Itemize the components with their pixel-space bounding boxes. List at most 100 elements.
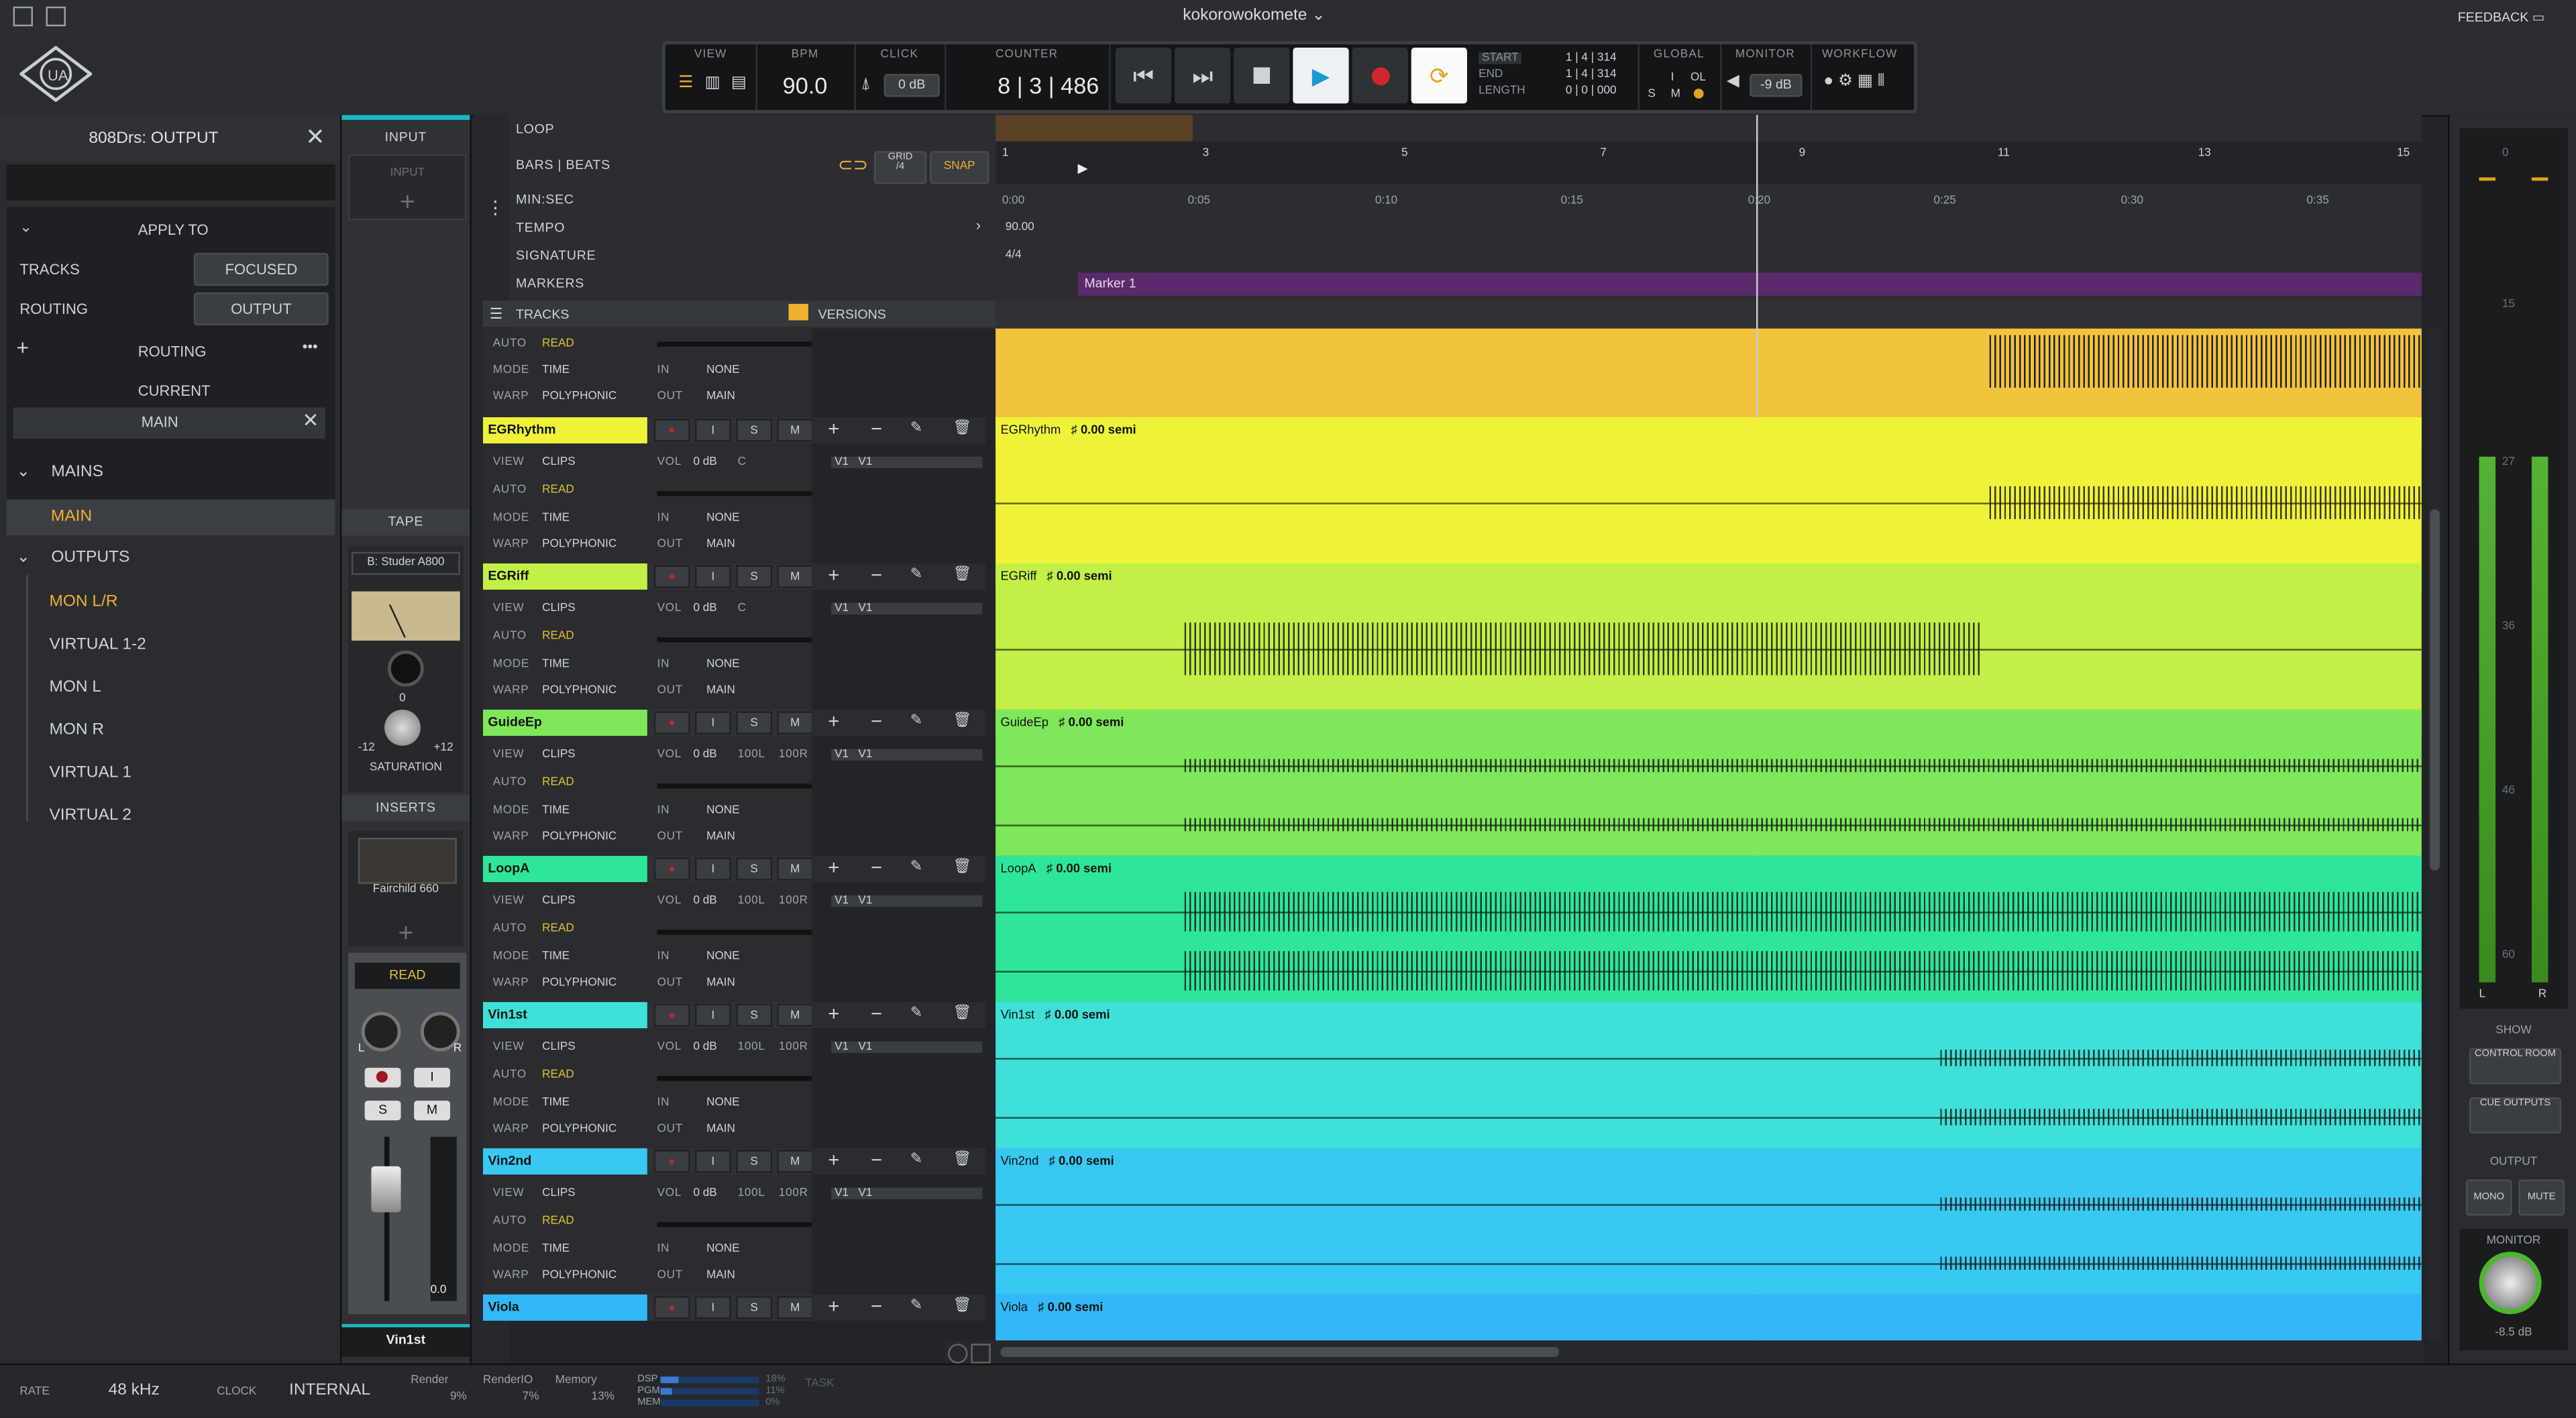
pan-knob-left[interactable]	[361, 1012, 401, 1052]
out-value[interactable]: MAIN	[706, 391, 735, 402]
start-value[interactable]: 1 | 4 | 314	[1566, 52, 1617, 64]
scroll-thumb[interactable]	[1000, 1347, 1560, 1357]
pan-value[interactable]: C	[738, 457, 747, 468]
record-arm-button[interactable]: ●	[653, 1296, 690, 1319]
counter-group[interactable]: COUNTER 8 | 3 | 486	[945, 44, 1111, 111]
input-monitor-button[interactable]: I	[414, 1067, 451, 1088]
pan-value[interactable]: 100L	[738, 895, 765, 907]
clock-value[interactable]: INTERNAL	[289, 1382, 370, 1400]
insert-slot[interactable]: Fairchild 660 +	[348, 831, 464, 948]
track-name[interactable]: Vin2nd	[483, 1148, 647, 1175]
click-volume[interactable]: 0 dB	[883, 74, 940, 97]
volume-slider[interactable]	[657, 930, 812, 935]
mute-button[interactable]: M	[414, 1100, 451, 1121]
kebab-icon[interactable]: ⋮	[486, 197, 504, 218]
in-value[interactable]: NONE	[706, 365, 740, 376]
solo-button[interactable]: S	[736, 1296, 773, 1319]
trash-icon[interactable]: 🗑	[953, 857, 971, 875]
start-marker-icon[interactable]: ▶	[1078, 161, 1088, 176]
output-item[interactable]: MON L	[49, 678, 101, 696]
edit-icon[interactable]: ✎	[910, 1150, 922, 1168]
volume-slider[interactable]	[657, 783, 812, 789]
current-route[interactable]: MAIN ✕	[13, 407, 325, 439]
view-value[interactable]: CLIPS	[542, 1042, 576, 1053]
input-monitor-button[interactable]: I	[694, 1296, 731, 1319]
track-lane-yellow[interactable]	[996, 328, 2422, 418]
mode-value[interactable]: TIME	[542, 512, 570, 524]
global-solo-flag[interactable]: S	[1648, 89, 1655, 100]
forward-button[interactable]: ⏭	[1175, 48, 1231, 104]
in-value[interactable]: NONE	[706, 1244, 740, 1255]
input-monitor-button[interactable]: I	[694, 419, 731, 442]
loop-region[interactable]	[996, 115, 1193, 142]
auto-value[interactable]: READ	[542, 338, 574, 349]
warp-value[interactable]: POLYPHONIC	[542, 685, 616, 696]
add-icon[interactable]: +	[828, 1002, 839, 1025]
vol-value[interactable]: 0 dB	[693, 1042, 716, 1053]
stop-button[interactable]	[1234, 48, 1290, 104]
volume-slider[interactable]	[657, 637, 812, 643]
auto-value[interactable]: READ	[542, 1215, 574, 1227]
add-icon[interactable]: +	[828, 710, 839, 732]
out-value[interactable]: MAIN	[706, 685, 735, 696]
minus-icon[interactable]: −	[871, 1002, 882, 1025]
monitor-volume[interactable]: -9 dB	[1750, 74, 1803, 97]
counter-value[interactable]: 8 | 3 | 486	[945, 72, 1099, 99]
volume-slider[interactable]	[657, 1076, 812, 1081]
mute-button[interactable]: M	[777, 1003, 814, 1027]
version-selector[interactable]: V1 V1	[831, 1187, 983, 1199]
trash-icon[interactable]: 🗑	[953, 419, 971, 437]
tracks-view-icon[interactable]: ▥	[705, 74, 720, 92]
output-item[interactable]: MON R	[49, 721, 104, 739]
minus-icon[interactable]: −	[871, 856, 882, 879]
minus-icon[interactable]: −	[871, 563, 882, 586]
in-value[interactable]: NONE	[706, 805, 740, 816]
output-item[interactable]: VIRTUAL 2	[49, 806, 131, 824]
auto-value[interactable]: READ	[542, 631, 574, 642]
solo-button[interactable]: S	[736, 857, 773, 881]
edit-icon[interactable]: ✎	[910, 419, 922, 437]
editor-view-icon[interactable]: ▤	[731, 74, 747, 92]
mode-value[interactable]: TIME	[542, 1244, 570, 1255]
edit-icon[interactable]: ✎	[910, 565, 922, 583]
tempo-value[interactable]: 90.00	[1006, 222, 1034, 233]
length-value[interactable]: 0 | 0 | 000	[1566, 85, 1617, 97]
auto-value[interactable]: READ	[542, 923, 574, 934]
record-arm-button[interactable]: ●	[653, 565, 690, 588]
input-monitor-button[interactable]: I	[694, 711, 731, 734]
track-name[interactable]: Viola	[483, 1294, 647, 1321]
pan-right-value[interactable]: 100R	[779, 1042, 808, 1053]
mute-button[interactable]: M	[777, 711, 814, 734]
trash-icon[interactable]: 🗑	[953, 565, 971, 583]
minus-icon[interactable]: −	[871, 1148, 882, 1171]
input-monitor-button[interactable]: I	[694, 1003, 731, 1027]
window-icon[interactable]	[46, 6, 66, 27]
track-lane[interactable]: GuideEp ♯ 0.00 semi	[996, 709, 2422, 856]
add-icon[interactable]: +	[16, 335, 29, 360]
mode-value[interactable]: TIME	[542, 951, 570, 963]
pan-right-value[interactable]: 100R	[779, 1188, 808, 1199]
track-name[interactable]: EGRhythm	[483, 417, 647, 444]
menu-icon[interactable]	[13, 6, 33, 27]
solo-button[interactable]: S	[364, 1100, 401, 1121]
remove-icon[interactable]: ✕	[303, 409, 319, 432]
mute-button[interactable]: M	[777, 1150, 814, 1173]
out-value[interactable]: MAIN	[706, 977, 735, 989]
mode-value[interactable]: TIME	[542, 1097, 570, 1109]
track-name[interactable]: EGRiff	[483, 563, 647, 590]
global-input-flag[interactable]: I	[1671, 72, 1674, 84]
input-monitor-button[interactable]: I	[694, 565, 731, 588]
monitor-knob[interactable]	[2479, 1252, 2542, 1315]
version-selector[interactable]: V1 V1	[831, 456, 983, 468]
bpm-group[interactable]: BPM 90.0	[756, 44, 856, 111]
automation-mode[interactable]: READ	[354, 963, 460, 989]
chevron-right-icon[interactable]: ›	[976, 217, 981, 233]
marker-region[interactable]: Marker 1	[1077, 272, 2422, 296]
volume-slider[interactable]	[657, 341, 812, 347]
vol-value[interactable]: 0 dB	[693, 749, 716, 761]
versions-icon[interactable]	[788, 304, 808, 321]
bpm-value[interactable]: 90.0	[756, 72, 855, 99]
solo-button[interactable]: S	[736, 1150, 773, 1173]
tracks-dropdown[interactable]: FOCUSED	[193, 253, 329, 286]
trash-icon[interactable]: 🗑	[953, 1296, 971, 1314]
